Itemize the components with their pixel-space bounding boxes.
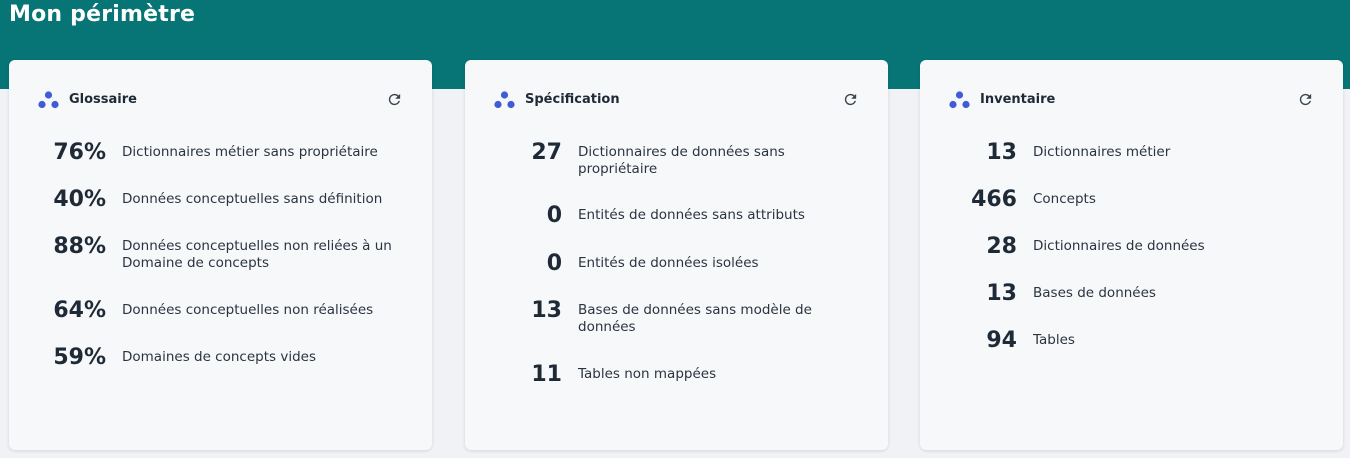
metric-value: 27 (531, 140, 562, 165)
metric-value: 88% (53, 234, 106, 259)
card-inventaire: Inventaire 13 Dictionnaires métier 466 C… (920, 60, 1343, 450)
card-title: Spécification (525, 92, 620, 107)
card-header: Glossaire (38, 89, 403, 111)
metric-value: 59% (53, 345, 106, 370)
metric-value: 76% (53, 140, 106, 165)
card-glossaire: Glossaire 76% Dictionnaires métier sans … (9, 60, 432, 450)
metric-value: 28 (986, 234, 1017, 259)
cluster-icon (494, 91, 515, 109)
cluster-icon (949, 91, 970, 109)
metric-label: Entités de données sans attributs (578, 207, 805, 223)
card-title: Inventaire (980, 92, 1056, 107)
metric-value: 0 (546, 251, 562, 276)
metric-value: 11 (531, 362, 562, 387)
metric-label: Données conceptuelles non reliées à un D… (122, 238, 392, 271)
page-title: Mon périmètre (9, 2, 196, 27)
card-header: Spécification (494, 89, 859, 111)
metric-label: Dictionnaires métier (1033, 144, 1171, 160)
cluster-icon (38, 91, 59, 109)
metric-value: 13 (986, 140, 1017, 165)
card-specification: Spécification 27 Dictionnaires de donnée… (465, 60, 888, 450)
metric-label: Dictionnaires métier sans propriétaire (122, 144, 378, 160)
metric-label: Domaines de concepts vides (122, 349, 316, 365)
metric-label: Bases de données (1033, 285, 1156, 301)
refresh-icon[interactable] (386, 91, 403, 108)
metric-label: Données conceptuelles non réalisées (122, 302, 374, 318)
card-header: Inventaire (949, 89, 1314, 111)
metric-label: Concepts (1033, 191, 1096, 207)
metric-label: Entités de données isolées (578, 255, 759, 271)
metric-value: 13 (986, 281, 1017, 306)
metric-label: Tables (1033, 332, 1075, 348)
metric-value: 13 (531, 298, 562, 323)
refresh-icon[interactable] (842, 91, 859, 108)
refresh-icon[interactable] (1297, 91, 1314, 108)
metric-value: 64% (53, 298, 106, 323)
metric-label: Dictionnaires de données (1033, 238, 1205, 254)
metric-label: Données conceptuelles sans définition (122, 191, 383, 207)
metric-value: 466 (971, 187, 1017, 212)
card-title: Glossaire (69, 92, 137, 107)
metric-label: Tables non mappées (578, 366, 717, 382)
metric-value: 40% (53, 187, 106, 212)
metric-label: Bases de données sans modèle de données (578, 302, 812, 335)
metric-label: Dictionnaires de données sans propriétai… (578, 144, 785, 177)
metric-value: 94 (986, 328, 1017, 353)
metric-value: 0 (546, 203, 562, 228)
